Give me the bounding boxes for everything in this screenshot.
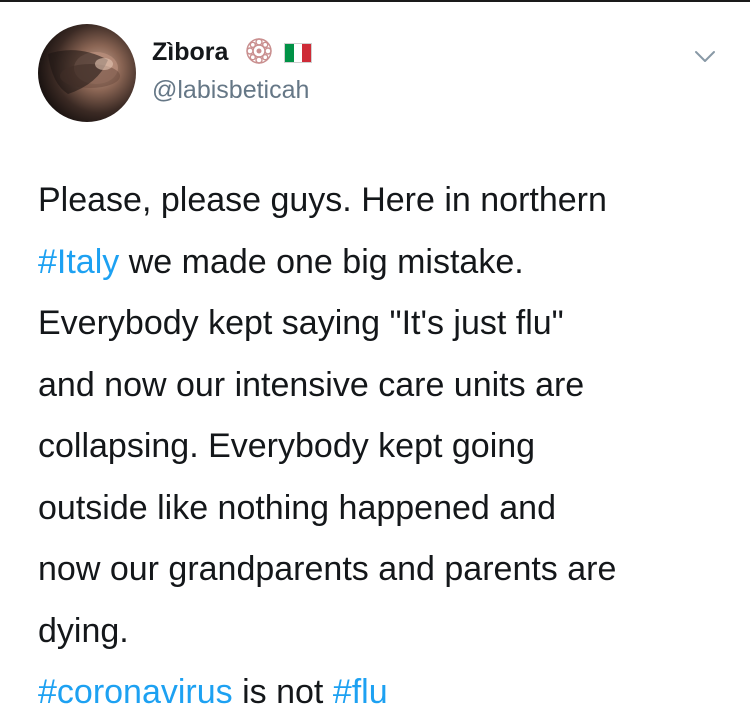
tweet-line: #coronavirus is not #flu	[38, 662, 738, 724]
hashtag-flu-link[interactable]: #flu	[333, 673, 388, 711]
chevron-down-icon[interactable]	[694, 50, 716, 64]
tweet-line: Everybody kept saying "It's just flu"	[38, 293, 738, 355]
hashtag-coronavirus-link[interactable]: #coronavirus	[38, 673, 233, 711]
tweet-line: now our grandparents and parents are	[38, 539, 738, 601]
tweet-line-text: Everybody kept saying "It's just flu"	[38, 304, 564, 342]
user-handle[interactable]: @labisbeticah	[152, 76, 309, 105]
tweet-line: and now our intensive care units are	[38, 355, 738, 417]
display-name[interactable]: Zìbora	[152, 38, 228, 67]
hashtag-italy-link[interactable]: #Italy	[38, 243, 119, 281]
tweet-line-text: dying.	[38, 611, 129, 650]
tweet-line-text: and now our intensive care units are	[38, 365, 585, 404]
rose-emblem-icon	[246, 38, 272, 64]
tweet-line: dying.	[38, 601, 738, 663]
tweet-text: Please, please guys. Here in northern #I…	[38, 170, 738, 724]
italy-flag-icon	[284, 43, 312, 63]
tweet-line-text: now our grandparents and parents are	[38, 550, 617, 588]
tweet-line: collapsing. Everybody kept going	[38, 416, 738, 478]
tweet-line: outside like nothing happened and	[38, 478, 738, 540]
tweet-card: Zìbora @labisbeticah Please, please guys…	[0, 0, 750, 711]
tweet-line: #Italy we made one big mistake.	[38, 232, 738, 294]
tweet-line-text: collapsing. Everybody kept going	[38, 427, 536, 465]
tweet-line-text: outside like nothing happened and	[38, 488, 556, 527]
tweet-line-text: Please, please guys. Here in northern	[38, 181, 607, 219]
tweet-line-text: is not	[232, 673, 333, 711]
tweet-line: Please, please guys. Here in northern	[38, 170, 738, 232]
avatar[interactable]	[38, 24, 136, 122]
profile-photo	[48, 50, 120, 94]
tweet-line-text: we made one big mistake.	[119, 242, 524, 281]
